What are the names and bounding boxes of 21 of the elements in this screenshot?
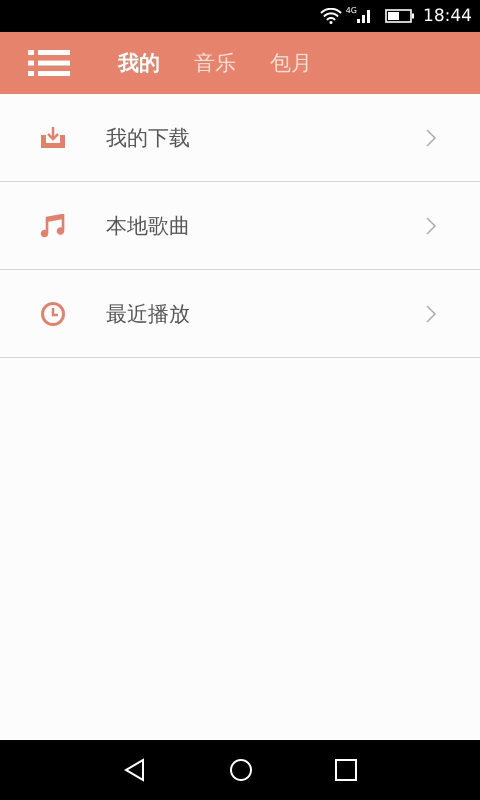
menu-item[interactable]: 本地歌曲 [0, 182, 480, 270]
wifi-icon [320, 8, 342, 24]
chevron-right-icon [426, 128, 436, 146]
back-icon[interactable] [123, 758, 147, 782]
menu-item[interactable]: 最近播放 [0, 270, 480, 358]
clock-icon [40, 300, 66, 326]
chevron-right-icon [426, 216, 436, 234]
chevron-right-icon [426, 304, 436, 322]
home-icon[interactable] [229, 758, 253, 782]
item-label: 最近播放 [106, 300, 191, 328]
item-label: 我的下载 [106, 124, 191, 152]
signal-icon [357, 9, 371, 23]
menu-item[interactable]: 我的下载 [0, 94, 480, 182]
item-label: 本地歌曲 [106, 212, 191, 240]
music-note-icon [40, 214, 66, 238]
clock-time: 18:44 [423, 6, 472, 26]
battery-icon [385, 9, 415, 23]
recents-icon[interactable] [335, 759, 357, 781]
network-label: 4G [346, 6, 357, 15]
download-icon [40, 126, 66, 148]
menu-icon[interactable] [28, 50, 70, 76]
